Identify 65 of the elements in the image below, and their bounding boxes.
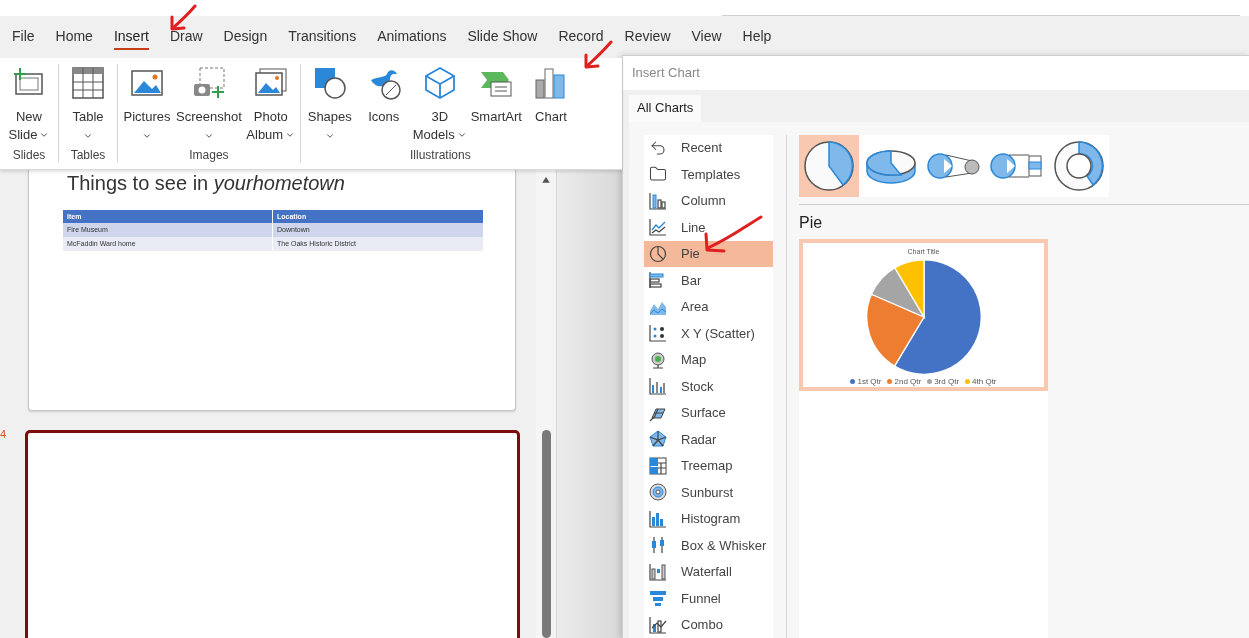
globe-icon	[649, 350, 667, 369]
screenshot-icon	[191, 66, 226, 100]
legend-label: 3rd Qtr	[934, 376, 960, 386]
sunburst-icon	[649, 483, 667, 502]
group-label: Tables	[70, 148, 106, 163]
menu-tab[interactable]: Draw	[169, 26, 203, 50]
menu-tab[interactable]: Animations	[377, 26, 447, 50]
treemap-icon	[649, 456, 667, 475]
dialog-tab[interactable]: All Charts	[629, 94, 702, 122]
menu-tab[interactable]: Home	[55, 26, 93, 50]
menu-tab[interactable]: View	[691, 26, 722, 50]
legend-label: 2nd Qtr	[894, 376, 922, 386]
ribbon-button[interactable]: Table	[61, 64, 115, 141]
bar-chart-icon	[534, 66, 568, 100]
chart-type-item[interactable]: Pie	[644, 240, 773, 267]
group-label: Illustrations	[410, 148, 471, 163]
ribbon-button[interactable]: New Slide	[2, 64, 56, 144]
ribbon-button[interactable]: Chart	[524, 64, 578, 126]
group-label: Slides	[12, 148, 46, 163]
ribbon-button[interactable]: Pictures	[120, 64, 174, 141]
legend-label: 1st Qtr	[857, 376, 882, 386]
menu-tab[interactable]: Record	[558, 26, 604, 50]
ribbon-button[interactable]: SmartArt	[468, 64, 524, 126]
bar-chart-icon	[649, 271, 667, 290]
histogram-icon	[649, 509, 667, 528]
radar-chart-icon	[649, 430, 667, 449]
shapes-icon	[312, 66, 347, 100]
cube-icon	[422, 66, 457, 100]
scroll-up-icon[interactable]	[541, 176, 551, 184]
menu-tab[interactable]: File	[12, 26, 35, 50]
undo-icon	[649, 138, 667, 157]
menu-tab[interactable]: Slide Show	[467, 26, 538, 50]
menu-tab[interactable]: Design	[223, 26, 268, 50]
pie-chart-icon	[649, 244, 667, 263]
dialog-title: Insert Chart	[632, 64, 700, 83]
folder-icon	[649, 165, 667, 184]
ribbon-button[interactable]: Shapes	[302, 64, 357, 141]
table-icon	[71, 66, 105, 100]
slide-number: 4	[0, 428, 7, 440]
scrollbar[interactable]	[536, 170, 556, 638]
annotation-arrow	[168, 4, 198, 32]
waterfall-icon	[649, 562, 667, 581]
chart-subtype-button[interactable]	[799, 134, 859, 197]
line-chart-icon	[649, 218, 667, 237]
legend-label: 4th Qtr	[972, 376, 997, 386]
ribbon-button[interactable]: Photo Album	[243, 64, 298, 144]
stock-chart-icon	[649, 377, 667, 396]
annotation-arrow	[582, 40, 614, 70]
ribbon-button[interactable]: Screenshot	[174, 64, 244, 141]
menu-tab[interactable]: Insert	[113, 26, 149, 50]
combo-chart-icon	[649, 615, 667, 634]
slide-title: Things to see in yourhometown	[67, 172, 345, 194]
menu-tab[interactable]: Review	[624, 26, 671, 50]
box-whisker-icon	[649, 536, 667, 555]
scatter-chart-icon	[649, 324, 667, 343]
slide-thumbnail[interactable]	[25, 430, 520, 638]
menu-tab[interactable]: Help	[742, 26, 772, 50]
ribbon-button[interactable]: Icons	[356, 64, 411, 126]
scrollbar-thumb[interactable]	[541, 429, 551, 638]
funnel-icon	[649, 589, 667, 608]
chart-heading: Pie	[799, 212, 824, 233]
menu-tab[interactable]: Transitions	[288, 26, 357, 50]
column-chart-icon	[649, 191, 667, 210]
group-label: Images	[189, 148, 229, 163]
ribbon-button[interactable]: 3D Models	[410, 64, 469, 144]
